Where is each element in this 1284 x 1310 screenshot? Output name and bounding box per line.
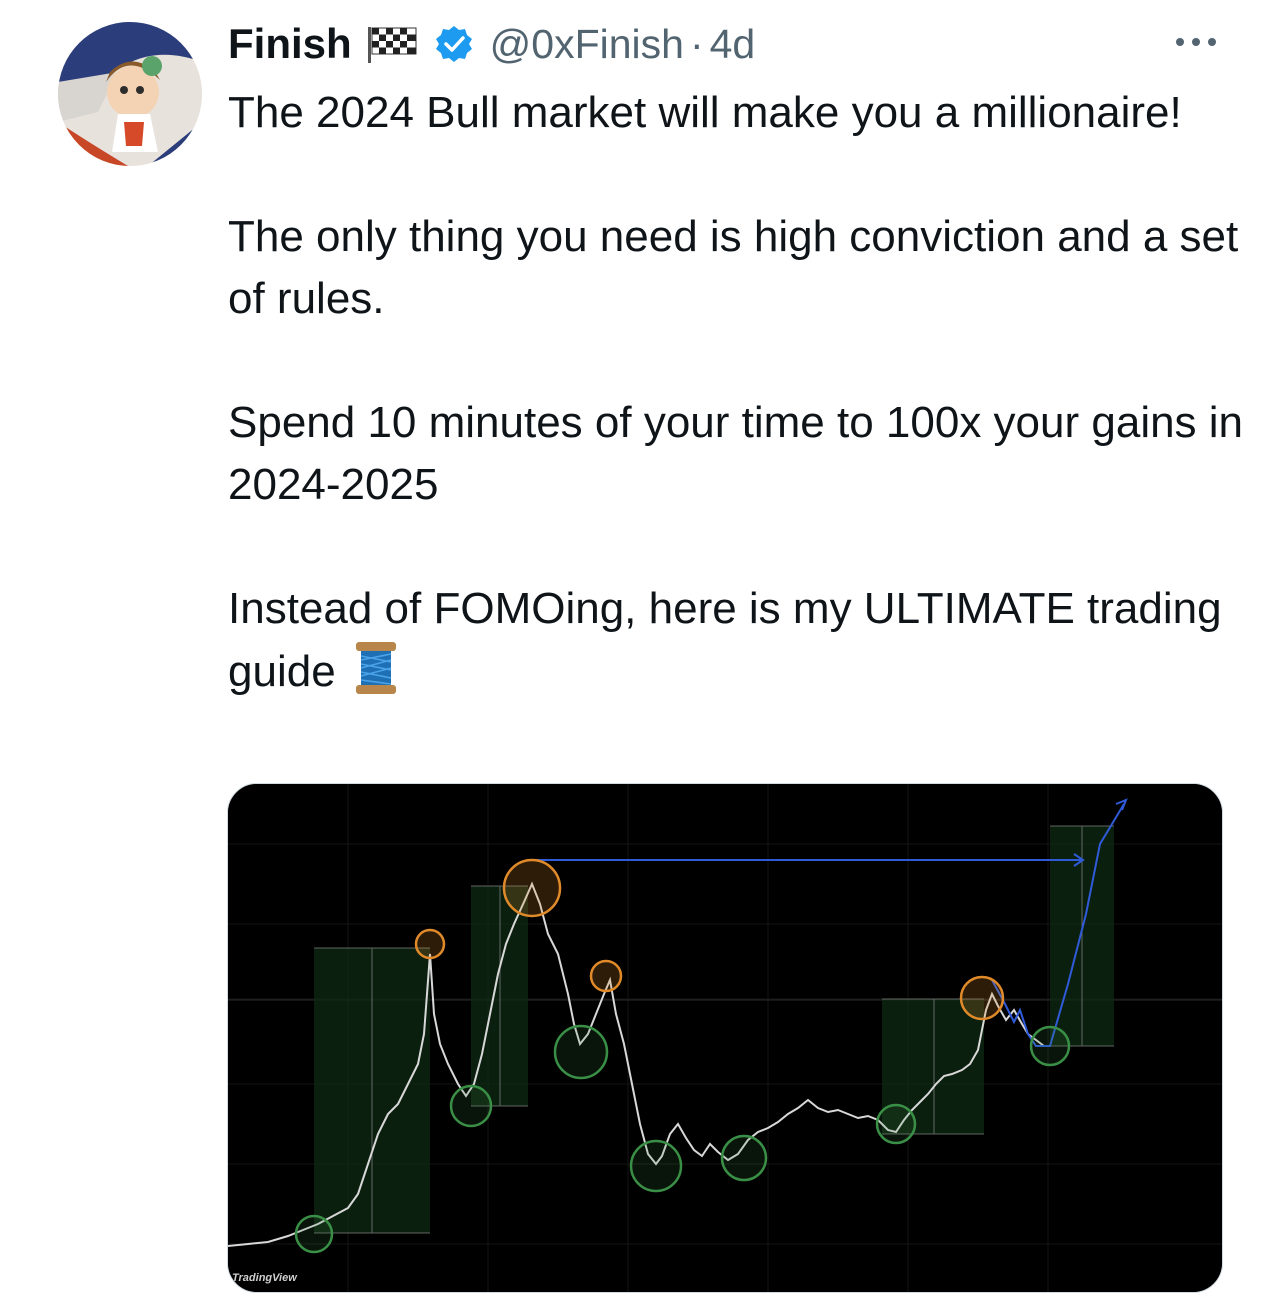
chequered-flag-icon — [366, 25, 420, 63]
tweet-header: Finish @0xFinish · 4d — [228, 14, 755, 74]
dot-separator: · — [689, 20, 704, 67]
author-avatar[interactable] — [58, 22, 202, 166]
tweet-paragraph: Instead of FOMOing, here is my ULTIMATE … — [228, 578, 1248, 703]
chart-image-drawing — [228, 784, 1222, 1292]
tweet-timestamp[interactable]: 4d — [710, 21, 756, 68]
tweet-paragraph: The 2024 Bull market will make you a mil… — [228, 88, 1182, 137]
tweet-media-chart-image[interactable]: TradingView — [227, 783, 1223, 1293]
verified-badge-icon[interactable] — [434, 24, 474, 64]
spool-of-thread-icon — [350, 640, 402, 696]
tweet-paragraph: Spend 10 minutes of your time to 100x yo… — [228, 398, 1244, 509]
more-options-icon[interactable] — [1172, 34, 1220, 50]
tradingview-watermark: TradingView — [232, 1272, 297, 1284]
author-handle[interactable]: @0xFinish — [490, 21, 684, 68]
tweet-text: The 2024 Bull market will make you a mil… — [228, 82, 1248, 703]
author-name[interactable]: Finish — [228, 20, 352, 68]
tweet-paragraph: The only thing you need is high convicti… — [228, 212, 1239, 323]
